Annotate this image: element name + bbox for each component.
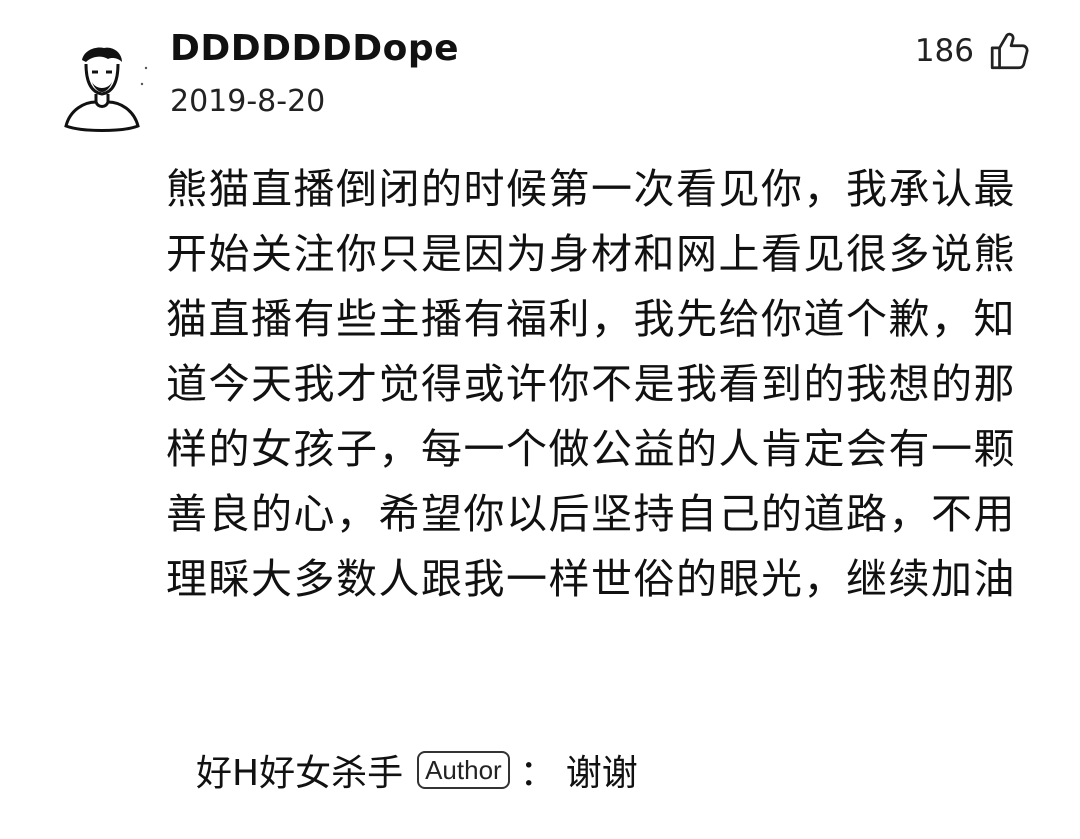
avatar-sketch-icon bbox=[64, 47, 148, 132]
comment-date: 2019-8-20 bbox=[170, 84, 326, 119]
reply-text: 谢谢 bbox=[565, 753, 638, 794]
avatar[interactable] bbox=[52, 38, 152, 138]
thumb-up-icon[interactable] bbox=[988, 30, 1030, 72]
reply-row[interactable]: 好H好女杀手 Author ： 谢谢 bbox=[196, 744, 638, 796]
like-button[interactable]: 186 bbox=[915, 30, 1030, 72]
comment-text: 熊猫直播倒闭的时候第一次看见你，我承认最开始关注你只是因为身材和网上看见很多说熊… bbox=[166, 165, 1016, 603]
reply-username[interactable]: 好H好女杀手 bbox=[196, 744, 403, 796]
reply-separator: ： bbox=[519, 753, 556, 794]
like-count: 186 bbox=[914, 33, 974, 69]
username[interactable]: DDDDDDDope bbox=[170, 28, 459, 69]
author-badge: Author bbox=[417, 751, 510, 789]
